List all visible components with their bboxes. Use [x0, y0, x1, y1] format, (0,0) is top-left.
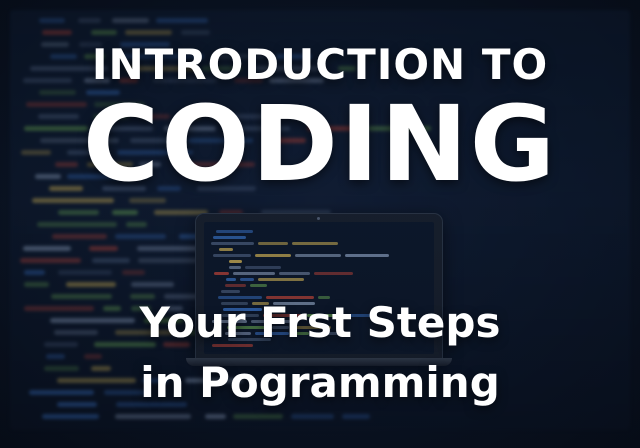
heading-line-1: INTRODUCTION TO	[91, 40, 549, 89]
subtitle-line-1: Your Frst Steps	[139, 298, 501, 347]
poster: INTRODUCTION TO CODING Your Frst Steps i…	[0, 0, 640, 448]
heading-line-2: CODING	[82, 83, 558, 205]
subtitle-line-2: in Pogramming	[140, 358, 500, 407]
